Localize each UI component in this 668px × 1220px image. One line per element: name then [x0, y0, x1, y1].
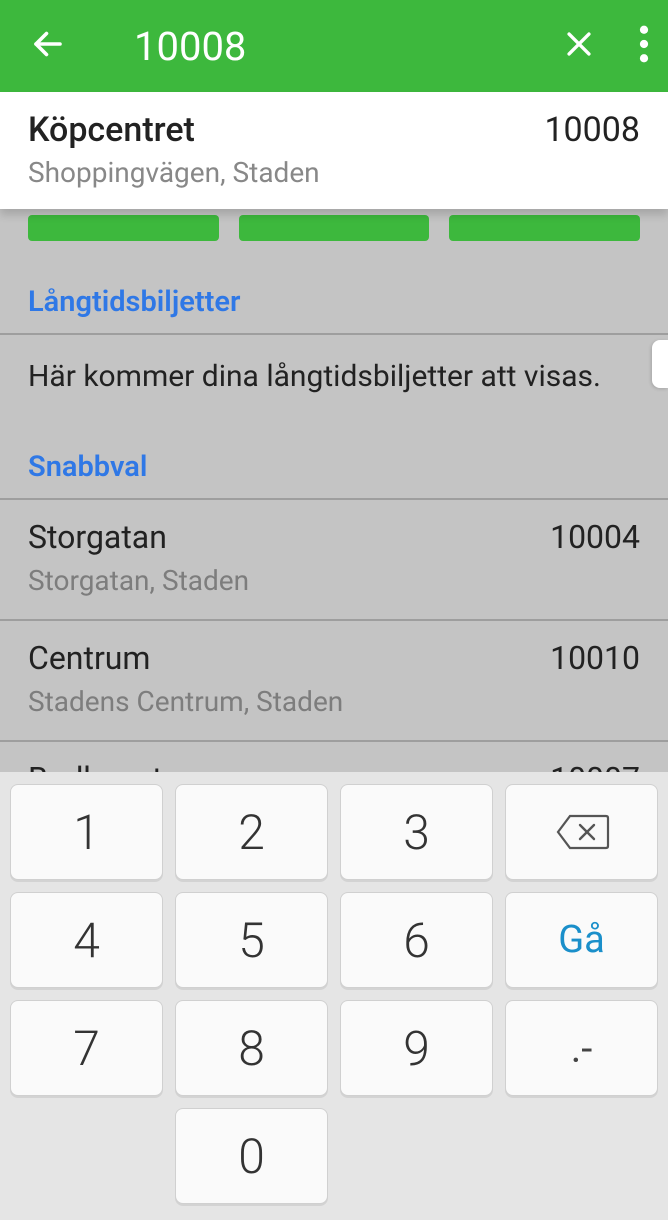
key-go[interactable]: Gå	[505, 892, 658, 988]
key-punctuation[interactable]: .-	[505, 1000, 658, 1096]
key-backspace[interactable]	[505, 784, 658, 880]
longterm-empty-text: Här kommer dina långtidsbiljetter att vi…	[0, 335, 668, 406]
list-item[interactable]: Storgatan 10004 Storgatan, Staden	[0, 500, 668, 621]
key-5[interactable]: 5	[175, 892, 328, 988]
back-icon[interactable]	[30, 26, 66, 66]
section-longterm-label: Långtidsbiljetter	[0, 241, 668, 333]
action-button[interactable]	[449, 215, 640, 241]
clear-icon[interactable]	[562, 27, 596, 65]
key-9[interactable]: 9	[340, 1000, 493, 1096]
action-buttons-row	[0, 215, 668, 241]
list-item-title: Storgatan	[28, 518, 167, 556]
list-item-title: Centrum	[28, 639, 150, 677]
drawer-handle[interactable]	[652, 340, 668, 388]
key-7[interactable]: 7	[10, 1000, 163, 1096]
key-3[interactable]: 3	[340, 784, 493, 880]
list-item[interactable]: Centrum 10010 Stadens Centrum, Staden	[0, 621, 668, 742]
numeric-keypad: 1 2 3 4 5 6 Gå 7 8 9 .- 0	[0, 772, 668, 1220]
list-item-code: 10010	[550, 639, 640, 677]
action-button[interactable]	[28, 215, 219, 241]
key-1[interactable]: 1	[10, 784, 163, 880]
search-input[interactable]: 10008	[78, 23, 550, 70]
section-quick-label: Snabbval	[0, 406, 668, 498]
key-8[interactable]: 8	[175, 1000, 328, 1096]
result-title: Köpcentret	[28, 110, 195, 150]
app-header: 10008	[0, 0, 668, 92]
overflow-menu-icon[interactable]	[638, 25, 650, 67]
action-button[interactable]	[239, 215, 430, 241]
key-0[interactable]: 0	[175, 1108, 328, 1204]
list-item-subtitle: Stadens Centrum, Staden	[28, 685, 640, 718]
list-item-subtitle: Storgatan, Staden	[28, 564, 640, 597]
result-code: 10008	[544, 110, 640, 150]
key-2[interactable]: 2	[175, 784, 328, 880]
result-subtitle: Shoppingvägen, Staden	[28, 156, 640, 189]
key-4[interactable]: 4	[10, 892, 163, 988]
key-6[interactable]: 6	[340, 892, 493, 988]
search-result-item[interactable]: Köpcentret 10008 Shoppingvägen, Staden	[0, 92, 668, 209]
list-item-code: 10004	[550, 518, 640, 556]
